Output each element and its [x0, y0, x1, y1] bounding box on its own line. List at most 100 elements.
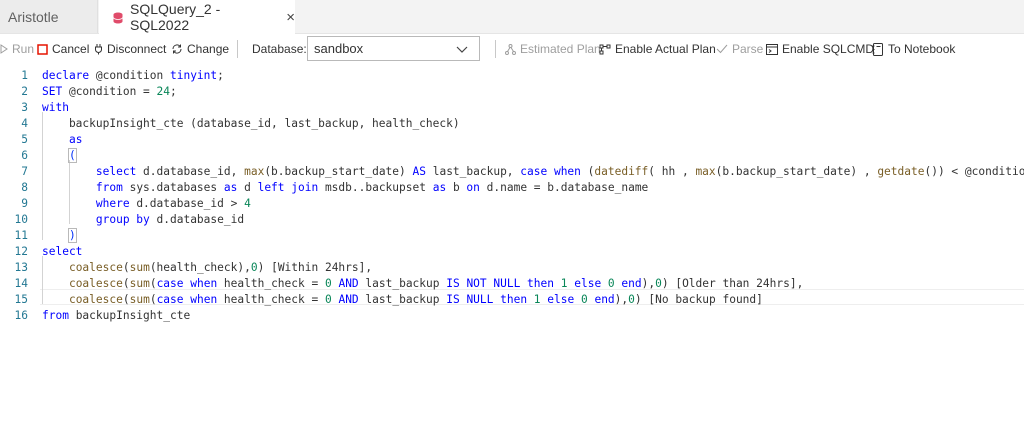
code-token: as [68, 133, 83, 146]
database-icon [113, 11, 123, 24]
code-text: coalesce(sum(case when health_check = 0 … [42, 292, 763, 308]
close-icon[interactable]: × [286, 9, 295, 26]
enable-sqlcmd-button[interactable]: Enable SQLCMD [766, 34, 874, 64]
code-line[interactable]: 16 from backupInsight_cte [0, 308, 1024, 324]
estimated-plan-button[interactable]: Estimated Plan [505, 34, 601, 64]
code-editor[interactable]: 1 declare @condition tinyint; 2 SET @condit… [0, 64, 1024, 425]
code-token: health_check = [223, 293, 325, 306]
code-token: from [42, 309, 76, 322]
code-token: as [432, 181, 453, 194]
code-token: case when [156, 293, 224, 306]
disconnect-button[interactable]: Disconnect [94, 34, 166, 64]
code-text: from sys.databases as d left join msdb..… [42, 180, 648, 196]
code-token: max [695, 165, 716, 178]
code-line[interactable]: 5 as [0, 132, 1024, 148]
code-line[interactable]: 13 coalesce(sum(health_check),0) [Within… [0, 260, 1024, 276]
enable-actual-plan-button[interactable]: Enable Actual Plan [599, 34, 716, 64]
code-token: ; [170, 85, 177, 98]
code-text: coalesce(sum(health_check),0) [Within 24… [42, 260, 372, 276]
code-line[interactable]: 2 SET @condition = 24; [0, 84, 1024, 100]
code-line[interactable]: 6 ( [0, 148, 1024, 164]
code-line[interactable]: 9 where d.database_id > 4 [0, 196, 1024, 212]
code-token: IS NULL then [446, 293, 534, 306]
tab-label: SQLQuery_2 - SQL2022 [130, 1, 221, 33]
code-token: as [223, 181, 245, 194]
code-line[interactable]: 15 coalesce(sum(case when health_check =… [0, 292, 1024, 308]
code-text: select d.database_id, max(b.backup_start… [42, 164, 1024, 180]
code-token: sum [129, 293, 150, 306]
database-select[interactable]: sandbox [307, 36, 480, 61]
code-token: backupInsight_cte (database_id, last_bac… [42, 117, 460, 130]
code-line[interactable]: 1 declare @condition tinyint; [0, 68, 1024, 84]
code-text: with [42, 100, 69, 116]
code-line[interactable]: 8 from sys.databases as d left join msdb… [0, 180, 1024, 196]
code-text: backupInsight_cte (database_id, last_bac… [42, 116, 460, 132]
code-line[interactable]: 12 select [0, 244, 1024, 260]
code-token: sum [129, 277, 150, 290]
to-notebook-button[interactable]: To Notebook [872, 34, 955, 64]
code-token: ) [No backup found] [634, 293, 763, 306]
code-token: else [547, 293, 581, 306]
line-number: 3 [21, 101, 28, 114]
code-token: AS [412, 165, 433, 178]
code-token: SET [42, 85, 69, 98]
tab-aristotle[interactable]: Aristotle [0, 0, 98, 33]
cancel-button[interactable]: Cancel [37, 34, 89, 64]
toolbar-divider [495, 40, 496, 58]
code-token: where [95, 197, 137, 210]
code-line[interactable]: 14 coalesce(sum(case when health_check =… [0, 276, 1024, 292]
line-number: 12 [14, 245, 28, 258]
sqlcmd-icon [766, 43, 778, 55]
tab-sqlquery[interactable]: SQLQuery_2 - SQL2022 × [99, 0, 295, 34]
play-icon [0, 44, 8, 54]
notebook-icon [872, 42, 883, 56]
code-token: d.database_id > [136, 197, 245, 210]
code-token: sum [129, 261, 150, 274]
code-token: last_backup [365, 277, 447, 290]
code-token: 1 [533, 293, 548, 306]
code-token: ) [67, 228, 77, 243]
toolbar-divider [237, 40, 238, 58]
code-token: datediff [594, 165, 649, 178]
code-text: group by d.database_id [42, 212, 244, 228]
code-token: group by [95, 213, 157, 226]
change-connection-button[interactable]: Change [171, 34, 229, 64]
code-line[interactable]: 3 with [0, 100, 1024, 116]
code-token: sys.databases [129, 181, 224, 194]
code-token: b [452, 181, 467, 194]
code-text: where d.database_id > 4 [42, 196, 251, 212]
run-button[interactable]: Run [0, 34, 34, 64]
code-line[interactable]: 11 ) [0, 228, 1024, 244]
code-token: ( [122, 293, 130, 306]
code-line[interactable]: 4 backupInsight_cte (database_id, last_b… [0, 116, 1024, 132]
code-token: getdate [877, 165, 925, 178]
code-token: 0 [628, 293, 635, 306]
code-text: select [42, 244, 82, 260]
code-token: from [95, 181, 130, 194]
code-token: ( hh , [648, 165, 696, 178]
tab-label: Aristotle [8, 8, 59, 25]
code-token: (b.backup_start_date) [264, 165, 413, 178]
code-token: d.database_id, [143, 165, 245, 178]
chevron-down-icon [456, 46, 468, 53]
code-token: coalesce [68, 293, 123, 306]
code-line[interactable]: 7 select d.database_id, max(b.backup_sta… [0, 164, 1024, 180]
code-line[interactable]: 10 group by d.database_id [0, 212, 1024, 228]
code-token: 0 [580, 293, 595, 306]
code-token: select [42, 245, 83, 258]
code-token: coalesce [68, 261, 123, 274]
query-toolbar: Run Cancel Disconnect Change Database: E… [0, 34, 1024, 64]
code-token: IS NOT NULL then [446, 277, 561, 290]
database-label: Database: [252, 42, 307, 56]
code-token: ( [122, 261, 130, 274]
code-token: ), [641, 277, 656, 290]
plug-icon [95, 44, 102, 55]
code-token: msdb..backupset [324, 181, 433, 194]
parse-button[interactable]: Parse [716, 34, 763, 64]
code-token: last_backup [365, 293, 447, 306]
code-token: AND [338, 277, 366, 290]
